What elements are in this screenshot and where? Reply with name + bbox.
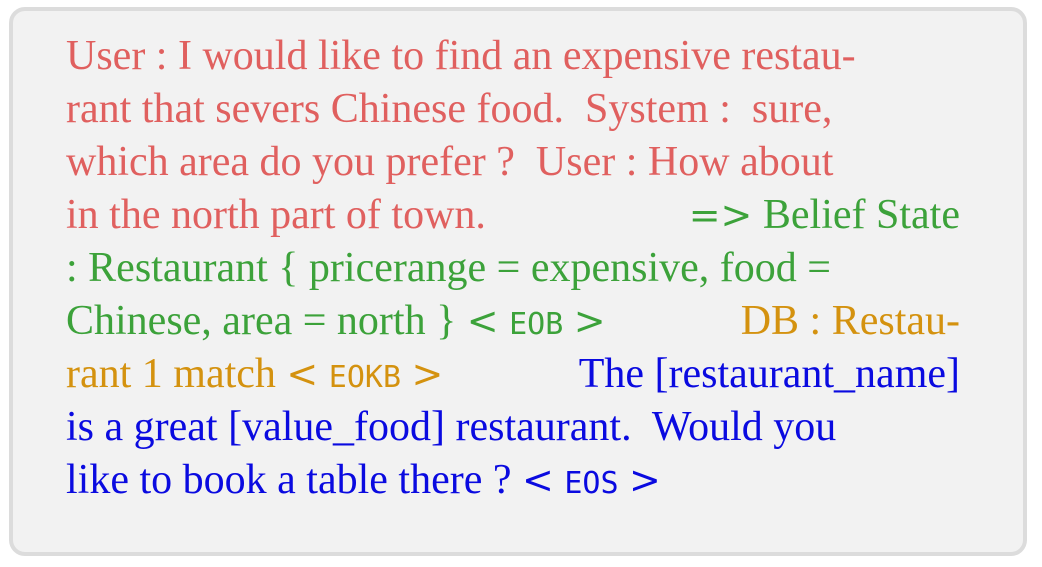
- example-line-1: User : I would like to find an expensive…: [66, 30, 960, 83]
- response-segment: like to book a table there ? < EOS >: [66, 457, 661, 503]
- example-line-3: which area do you prefer ? User : How ab…: [66, 136, 960, 189]
- example-line-7: rant 1 match < EOKB > The [restaurant_na…: [66, 348, 960, 401]
- response-segment: The [restaurant_name]: [578, 351, 960, 397]
- user-context-segment: which area do you prefer ? User : How ab…: [66, 139, 834, 185]
- user-context-segment: rant that severs Chinese food. System : …: [66, 86, 833, 132]
- db-segment: DB : Restau-: [740, 298, 960, 344]
- belief-state-segment: Chinese, area = north } < EOB >: [66, 298, 606, 344]
- example-line-6: Chinese, area = north } < EOB > DB : Res…: [66, 295, 960, 348]
- example-line-4: in the north part of town. => Belief Sta…: [66, 189, 960, 242]
- dialogue-example: User : I would like to find an expensive…: [66, 30, 960, 507]
- example-line-2: rant that severs Chinese food. System : …: [66, 83, 960, 136]
- response-segment: is a great [value_food] restaurant. Woul…: [66, 404, 837, 450]
- user-context-segment: User : I would like to find an expensive…: [66, 33, 856, 79]
- example-line-9: like to book a table there ? < EOS >: [66, 454, 960, 507]
- example-line-5: : Restaurant { pricerange = expensive, f…: [66, 242, 960, 295]
- db-segment: rant 1 match < EOKB >: [66, 351, 444, 397]
- example-line-8: is a great [value_food] restaurant. Woul…: [66, 401, 960, 454]
- user-context-segment: in the north part of town.: [66, 192, 486, 238]
- belief-state-segment: : Restaurant { pricerange = expensive, f…: [66, 245, 831, 291]
- belief-state-segment: => Belief State: [688, 192, 960, 238]
